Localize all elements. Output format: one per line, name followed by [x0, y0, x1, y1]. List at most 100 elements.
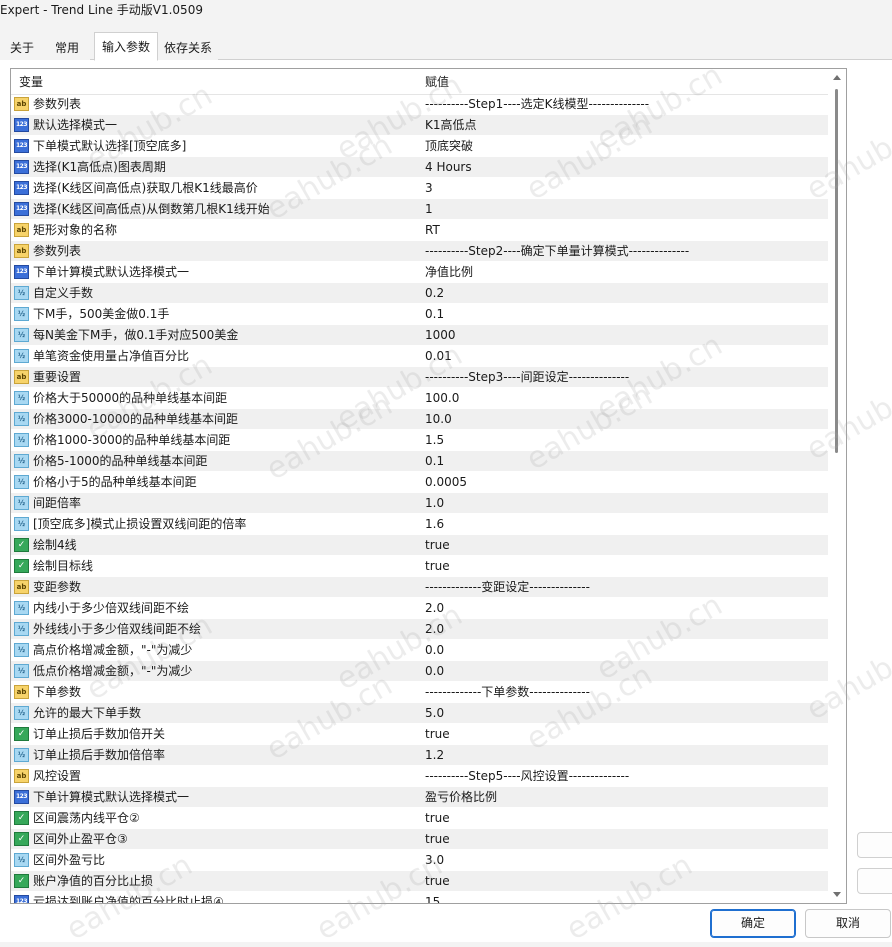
- ok-button[interactable]: 确定: [710, 909, 796, 938]
- parameter-value[interactable]: 100.0: [425, 388, 459, 409]
- parameter-value[interactable]: 1.2: [425, 745, 444, 766]
- table-row[interactable]: ½ 允许的最大下单手数 5.0: [11, 703, 828, 724]
- parameter-value[interactable]: 0.1: [425, 304, 444, 325]
- table-row[interactable]: ✓ 区间外止盈平仓③ true: [11, 829, 828, 850]
- column-header-value[interactable]: 赋值: [425, 69, 449, 94]
- parameter-value[interactable]: 1: [425, 199, 433, 220]
- parameter-value[interactable]: 0.0: [425, 661, 444, 682]
- table-row[interactable]: ½ 价格大于50000的品种单线基本间距 100.0: [11, 388, 828, 409]
- parameter-value[interactable]: 4 Hours: [425, 157, 472, 178]
- parameter-value[interactable]: 0.0: [425, 640, 444, 661]
- table-row[interactable]: ab 变距参数 -------------变距设定--------------: [11, 577, 828, 598]
- table-row[interactable]: ✓ 绘制目标线 true: [11, 556, 828, 577]
- table-row[interactable]: ½ 高点价格增减金额，"-"为减少 0.0: [11, 640, 828, 661]
- column-header-variable[interactable]: 变量: [19, 69, 43, 94]
- parameter-value[interactable]: -------------下单参数--------------: [425, 682, 590, 703]
- table-row[interactable]: ✓ 绘制4线 true: [11, 535, 828, 556]
- double-type-icon: ½: [14, 748, 29, 762]
- table-row[interactable]: ab 参数列表 ----------Step2----确定下单量计算模式------…: [11, 241, 828, 262]
- table-row[interactable]: ½ 价格5-1000的品种单线基本间距 0.1: [11, 451, 828, 472]
- parameter-value[interactable]: 0.2: [425, 283, 444, 304]
- parameter-value[interactable]: 0.0005: [425, 472, 467, 493]
- table-row[interactable]: 123 亏损达到账户净值的百分比时止损④ 15: [11, 892, 828, 903]
- double-type-icon: ½: [14, 475, 29, 489]
- table-row[interactable]: ½ 价格1000-3000的品种单线基本间距 1.5: [11, 430, 828, 451]
- parameter-value[interactable]: true: [425, 829, 450, 850]
- parameter-value[interactable]: 3.0: [425, 850, 444, 871]
- double-type-icon: ½: [14, 433, 29, 447]
- table-row[interactable]: ½ 每N美金下M手，做0.1手对应500美金 1000: [11, 325, 828, 346]
- table-row[interactable]: ½ 内线小于多少倍双线间距不绘 2.0: [11, 598, 828, 619]
- parameter-value[interactable]: RT: [425, 220, 440, 241]
- parameter-value[interactable]: true: [425, 535, 450, 556]
- table-row[interactable]: ½ 外线线小于多少倍双线间距不绘 2.0: [11, 619, 828, 640]
- parameter-value[interactable]: 顶底突破: [425, 136, 473, 157]
- table-row[interactable]: ab 重要设置 ----------Step3----间距设定-----------…: [11, 367, 828, 388]
- tab-inputs[interactable]: 输入参数: [94, 32, 158, 61]
- table-row[interactable]: 123 下单计算模式默认选择模式一 净值比例: [11, 262, 828, 283]
- scroll-thumb[interactable]: [835, 89, 838, 453]
- parameter-name: 绘制目标线: [33, 559, 94, 573]
- parameter-value[interactable]: 1.0: [425, 493, 444, 514]
- parameter-value[interactable]: true: [425, 871, 450, 892]
- parameter-value[interactable]: 1.5: [425, 430, 444, 451]
- parameter-value[interactable]: 5.0: [425, 703, 444, 724]
- parameter-value[interactable]: 1.6: [425, 514, 444, 535]
- parameter-value[interactable]: 0.1: [425, 451, 444, 472]
- table-row[interactable]: 123 默认选择模式一 K1高低点: [11, 115, 828, 136]
- parameter-value[interactable]: -------------变距设定--------------: [425, 577, 590, 598]
- parameter-value[interactable]: 10.0: [425, 409, 452, 430]
- parameter-value[interactable]: 2.0: [425, 598, 444, 619]
- table-row[interactable]: ½ [顶空底多]模式止损设置双线间距的倍率 1.6: [11, 514, 828, 535]
- table-row[interactable]: ½ 区间外盈亏比 3.0: [11, 850, 828, 871]
- parameter-value[interactable]: 0.01: [425, 346, 452, 367]
- parameter-value[interactable]: ----------Step5----风控设置--------------: [425, 766, 629, 787]
- parameter-value[interactable]: 15: [425, 892, 440, 903]
- table-row[interactable]: ½ 价格3000-10000的品种单线基本间距 10.0: [11, 409, 828, 430]
- side-button-upper[interactable]: [857, 832, 892, 858]
- table-row[interactable]: 123 下单计算模式默认选择模式一 盈亏价格比例: [11, 787, 828, 808]
- vertical-scrollbar[interactable]: [828, 69, 846, 903]
- table-row[interactable]: 123 下单模式默认选择[顶空底多] 顶底突破: [11, 136, 828, 157]
- tab-common[interactable]: 常用: [44, 34, 90, 60]
- parameter-value[interactable]: true: [425, 724, 450, 745]
- double-type-icon: ½: [14, 349, 29, 363]
- parameter-value[interactable]: ----------Step2----确定下单量计算模式------------…: [425, 241, 689, 262]
- tab-about[interactable]: 关于: [0, 34, 44, 60]
- parameter-value[interactable]: 3: [425, 178, 433, 199]
- table-row[interactable]: ½ 下M手，500美金做0.1手 0.1: [11, 304, 828, 325]
- table-row[interactable]: ½ 单笔资金使用量占净值百分比 0.01: [11, 346, 828, 367]
- scroll-down-icon[interactable]: [833, 892, 841, 897]
- parameter-value[interactable]: true: [425, 556, 450, 577]
- parameter-value[interactable]: 盈亏价格比例: [425, 787, 497, 808]
- scroll-up-icon[interactable]: [833, 75, 841, 80]
- table-row[interactable]: ½ 间距倍率 1.0: [11, 493, 828, 514]
- parameter-value[interactable]: 1000: [425, 325, 456, 346]
- parameter-name: 每N美金下M手，做0.1手对应500美金: [33, 328, 239, 342]
- double-type-icon: ½: [14, 391, 29, 405]
- table-row[interactable]: ab 矩形对象的名称 RT: [11, 220, 828, 241]
- table-row[interactable]: ✓ 区间震荡内线平仓② true: [11, 808, 828, 829]
- table-row[interactable]: ✓ 订单止损后手数加倍开关 true: [11, 724, 828, 745]
- parameter-value[interactable]: 净值比例: [425, 262, 473, 283]
- parameter-value[interactable]: 2.0: [425, 619, 444, 640]
- table-row[interactable]: ab 参数列表 ----------Step1----选定K线模型---------…: [11, 94, 828, 115]
- tab-dependencies[interactable]: 依存关系: [158, 34, 218, 60]
- table-row[interactable]: 123 选择(K线区间高低点)获取几根K1线最高价 3: [11, 178, 828, 199]
- parameter-value[interactable]: K1高低点: [425, 115, 477, 136]
- parameter-name: 下单参数: [33, 685, 82, 699]
- parameter-value[interactable]: true: [425, 808, 450, 829]
- table-row[interactable]: ✓ 账户净值的百分比止损 true: [11, 871, 828, 892]
- table-row[interactable]: ab 风控设置 ----------Step5----风控设置-----------…: [11, 766, 828, 787]
- table-row[interactable]: ½ 订单止损后手数加倍倍率 1.2: [11, 745, 828, 766]
- parameter-value[interactable]: ----------Step1----选定K线模型--------------: [425, 94, 649, 115]
- table-row[interactable]: 123 选择(K线区间高低点)从倒数第几根K1线开始 1: [11, 199, 828, 220]
- parameter-value[interactable]: ----------Step3----间距设定--------------: [425, 367, 629, 388]
- table-row[interactable]: ab 下单参数 -------------下单参数--------------: [11, 682, 828, 703]
- table-row[interactable]: ½ 价格小于5的品种单线基本间距 0.0005: [11, 472, 828, 493]
- table-row[interactable]: ½ 低点价格增减金额，"-"为减少 0.0: [11, 661, 828, 682]
- table-row[interactable]: 123 选择(K1高低点)图表周期 4 Hours: [11, 157, 828, 178]
- cancel-button[interactable]: 取消: [805, 909, 891, 938]
- side-button-lower[interactable]: [857, 868, 892, 894]
- table-row[interactable]: ½ 自定义手数 0.2: [11, 283, 828, 304]
